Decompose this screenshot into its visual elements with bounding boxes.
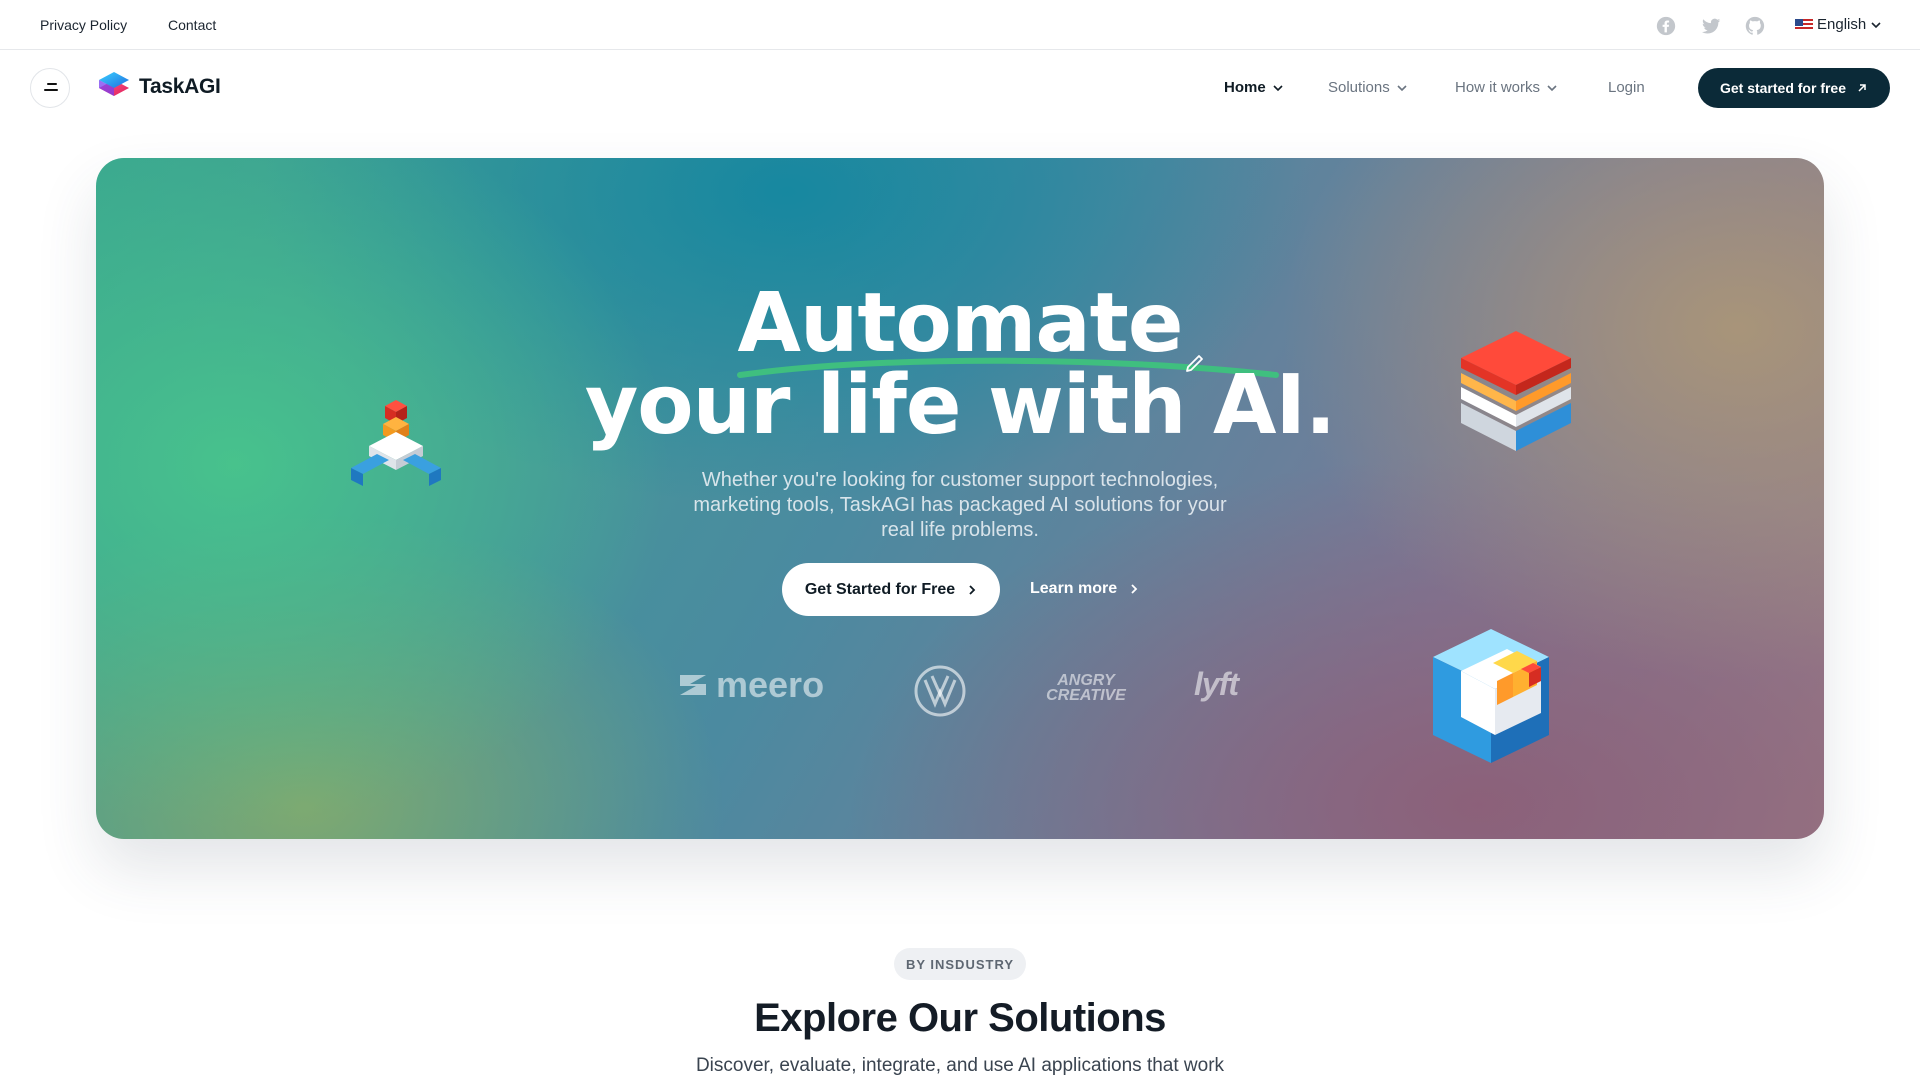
- facebook-icon[interactable]: [1655, 15, 1677, 37]
- nav-item-home[interactable]: Home: [1224, 79, 1284, 96]
- meero-mark-icon: [680, 675, 706, 695]
- cta-label: Get started for free: [1719, 80, 1847, 96]
- get-started-nav-button[interactable]: Get started for free: [1698, 68, 1890, 108]
- main-navigation: TaskAGI Home Solutions How it works Logi…: [0, 51, 1920, 125]
- get-started-free-button[interactable]: Get Started for Free: [782, 563, 1000, 616]
- learn-more-link[interactable]: Learn more: [1030, 580, 1139, 598]
- chevron-right-icon: [969, 584, 976, 595]
- arrow-up-right-icon: [1858, 84, 1866, 92]
- rainbow-cube-illustration: [1461, 331, 1571, 451]
- hero-banner: Automate your life with AI. Whether you'…: [96, 158, 1824, 839]
- button-label: Get Started for Free: [804, 580, 956, 598]
- nav-item-how-it-works[interactable]: How it works: [1455, 79, 1558, 96]
- logo-text: TaskAGI: [139, 75, 221, 98]
- us-flag-icon: [1795, 18, 1813, 31]
- section-subtitle: Discover, evaluate, integrate, and use A…: [695, 1055, 1225, 1076]
- menu-line: [44, 89, 58, 91]
- industry-badge: BY INSDUSTRY: [894, 948, 1026, 980]
- section-title: Explore Our Solutions: [754, 996, 1166, 1040]
- logo[interactable]: TaskAGI: [95, 68, 221, 106]
- chevron-down-icon: [1871, 21, 1881, 28]
- chevron-right-icon: [1131, 584, 1138, 594]
- chevron-down-icon: [1547, 84, 1557, 91]
- brand-logo-meero: meero: [678, 664, 824, 706]
- menu-line: [47, 83, 57, 85]
- brand-logo-vw: [914, 665, 966, 717]
- chevron-down-icon: [1397, 84, 1407, 91]
- language-selector[interactable]: English: [1795, 16, 1882, 33]
- menu-toggle-button[interactable]: [30, 68, 70, 108]
- nav-item-label: Login: [1608, 79, 1645, 96]
- github-icon[interactable]: [1744, 15, 1766, 37]
- corner-cube-illustration: [1433, 629, 1549, 763]
- twitter-icon[interactable]: [1700, 15, 1722, 37]
- hero-subtitle: Whether you're looking for customer supp…: [693, 469, 1227, 541]
- privacy-policy-link[interactable]: Privacy Policy: [40, 17, 127, 33]
- nav-item-label: Solutions: [1328, 79, 1390, 96]
- language-label: English: [1817, 16, 1867, 33]
- link-label: Learn more: [1030, 580, 1118, 597]
- brand-logo-lyft: lyft: [1194, 666, 1239, 702]
- top-utility-bar: Privacy Policy Contact English: [0, 0, 1920, 50]
- taskagi-logo-icon: [99, 72, 129, 96]
- contact-link[interactable]: Contact: [168, 17, 216, 33]
- nav-item-login[interactable]: Login: [1608, 79, 1645, 96]
- nav-item-label: Home: [1224, 79, 1266, 96]
- brand-logo-angry-creative: ANGRY CREATIVE: [1046, 672, 1126, 704]
- blocks-illustration-left: [351, 400, 441, 486]
- brand-name: meero: [716, 664, 825, 705]
- chevron-down-icon: [1273, 84, 1283, 91]
- nav-item-solutions[interactable]: Solutions: [1328, 79, 1408, 96]
- nav-item-label: How it works: [1455, 79, 1541, 96]
